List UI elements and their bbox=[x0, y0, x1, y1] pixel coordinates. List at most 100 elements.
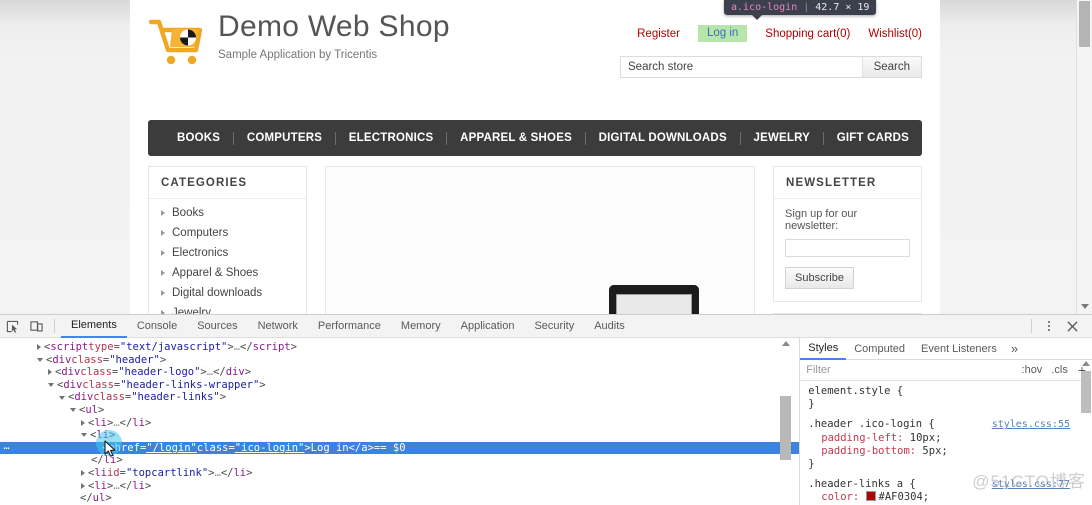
scroll-down-arrow-icon[interactable] bbox=[1081, 304, 1089, 309]
nav-item-digital-downloads[interactable]: DIGITAL DOWNLOADS bbox=[586, 132, 740, 144]
close-icon[interactable] bbox=[1060, 315, 1092, 337]
styles-scrollbar[interactable] bbox=[1081, 359, 1091, 505]
dom-node[interactable]: <li> bbox=[0, 429, 799, 442]
dom-node[interactable]: <div class="header-links"> bbox=[0, 391, 799, 404]
cls-toggle[interactable]: .cls bbox=[1051, 364, 1068, 376]
collapse-triangle-icon[interactable] bbox=[70, 408, 76, 412]
register-link[interactable]: Register bbox=[637, 28, 680, 40]
dom-node[interactable]: <li>…</li> bbox=[0, 417, 799, 430]
header-logo[interactable]: Demo Web Shop Sample Application by Tric… bbox=[148, 10, 450, 72]
expand-triangle-icon[interactable] bbox=[81, 420, 85, 426]
page-scrollbar-thumb[interactable] bbox=[1079, 1, 1090, 47]
css-source-link[interactable]: styles.css:55 bbox=[992, 418, 1084, 431]
login-link[interactable]: Log in bbox=[698, 25, 747, 42]
search-input[interactable] bbox=[621, 57, 862, 77]
dom-tree-scrollbar[interactable] bbox=[780, 338, 791, 505]
shopping-cart-link[interactable]: Shopping cart(0) bbox=[765, 28, 850, 40]
styles-scroll-up-arrow-icon[interactable] bbox=[1082, 361, 1090, 366]
dom-node[interactable]: </li> bbox=[0, 454, 799, 467]
category-item-books[interactable]: Books bbox=[149, 203, 306, 223]
nav-item-electronics[interactable]: ELECTRONICS bbox=[336, 132, 447, 144]
dom-scrollbar-thumb[interactable] bbox=[780, 396, 791, 460]
dom-token-attr: class bbox=[93, 391, 125, 404]
collapse-triangle-icon[interactable] bbox=[37, 358, 43, 362]
styles-filter-input[interactable]: Filter bbox=[806, 364, 1012, 376]
dom-token-attr: class bbox=[80, 366, 112, 379]
dom-token-tag: ul bbox=[85, 404, 98, 417]
styles-tab-event-listeners[interactable]: Event Listeners bbox=[913, 339, 1005, 359]
tab-elements[interactable]: Elements bbox=[61, 315, 127, 338]
dom-token-punct: > bbox=[98, 404, 104, 417]
nav-item-computers[interactable]: COMPUTERS bbox=[234, 132, 335, 144]
dom-node[interactable]: <ul> bbox=[0, 404, 799, 417]
categories-list: Books ComputersElectronicsApparel & Shoes… bbox=[149, 199, 306, 314]
category-item-electronics[interactable]: Electronics bbox=[149, 243, 306, 263]
chevron-right-icon bbox=[161, 230, 165, 236]
device-toolbar-icon[interactable] bbox=[24, 315, 48, 337]
css-declaration[interactable]: padding-left: 10px; bbox=[808, 432, 1084, 445]
nav-item-gift-cards[interactable]: GIFT CARDS bbox=[824, 132, 922, 144]
css-declaration[interactable]: padding-bottom: 5px; bbox=[808, 445, 1084, 458]
expand-triangle-icon[interactable] bbox=[81, 470, 85, 476]
tab-network[interactable]: Network bbox=[248, 316, 308, 337]
dom-node[interactable]: <script type="text/javascript">…</script… bbox=[0, 341, 799, 354]
collapse-triangle-icon[interactable] bbox=[48, 383, 54, 387]
expand-triangle-icon[interactable] bbox=[37, 344, 41, 350]
dom-node[interactable]: <div class="header-logo">…</div> bbox=[0, 366, 799, 379]
nav-item-apparel-shoes[interactable]: APPAREL & SHOES bbox=[447, 132, 585, 144]
css-selector[interactable]: element.style { bbox=[808, 385, 903, 398]
expand-triangle-icon[interactable] bbox=[48, 369, 52, 375]
category-item-label: Digital downloads bbox=[172, 287, 262, 299]
expand-triangle-icon[interactable] bbox=[81, 483, 85, 489]
tab-performance[interactable]: Performance bbox=[308, 316, 391, 337]
dom-scroll-up-arrow-icon[interactable] bbox=[782, 341, 790, 346]
category-item-computers[interactable]: Computers bbox=[149, 223, 306, 243]
nav-item-books[interactable]: BOOKS bbox=[164, 132, 233, 144]
category-item-apparel-shoes[interactable]: Apparel & Shoes bbox=[149, 263, 306, 283]
tooltip-divider: | bbox=[803, 2, 809, 13]
collapse-triangle-icon[interactable] bbox=[81, 433, 87, 437]
subscribe-button[interactable]: Subscribe bbox=[785, 267, 854, 289]
category-item-label: Books bbox=[172, 207, 204, 219]
hov-toggle[interactable]: :hov bbox=[1022, 364, 1043, 376]
dom-node[interactable]: <div class="header"> bbox=[0, 354, 799, 367]
dom-tree: <script type="text/javascript">…</script… bbox=[0, 338, 799, 505]
dom-node[interactable]: <li>…</li> bbox=[0, 480, 799, 493]
newsletter-email-input[interactable] bbox=[785, 239, 910, 257]
dom-node[interactable]: <li id="topcartlink">…</li> bbox=[0, 467, 799, 480]
dom-token-val: "/login" bbox=[146, 442, 197, 455]
elements-dom-tree-panel[interactable]: <script type="text/javascript">…</script… bbox=[0, 338, 799, 505]
newsletter-label: Sign up for our newsletter: bbox=[785, 208, 910, 232]
css-selector[interactable]: .header .ico-login { bbox=[808, 418, 934, 431]
chevron-right-icon bbox=[161, 210, 165, 216]
tab-console[interactable]: Console bbox=[127, 316, 187, 337]
collapse-triangle-icon[interactable] bbox=[59, 396, 65, 400]
css-source-link[interactable]: styles.css:77 bbox=[992, 478, 1084, 491]
nav-item-jewelry[interactable]: JEWELRY bbox=[740, 132, 823, 144]
styles-scrollbar-thumb[interactable] bbox=[1081, 371, 1091, 413]
styles-tab-computed[interactable]: Computed bbox=[846, 339, 913, 359]
dom-token-text: Log in bbox=[311, 442, 349, 455]
kebab-menu-icon[interactable] bbox=[1038, 321, 1060, 331]
tab-application[interactable]: Application bbox=[451, 316, 525, 337]
tab-security[interactable]: Security bbox=[524, 316, 584, 337]
wishlist-link[interactable]: Wishlist(0) bbox=[868, 28, 922, 40]
color-swatch-icon[interactable] bbox=[866, 491, 876, 501]
toolbar-divider bbox=[54, 319, 55, 333]
tab-sources[interactable]: Sources bbox=[187, 316, 247, 337]
search-button[interactable]: Search bbox=[862, 57, 921, 77]
dom-node[interactable]: <div class="header-links-wrapper"> bbox=[0, 379, 799, 392]
css-value: 5px; bbox=[922, 445, 947, 457]
inspect-element-icon[interactable] bbox=[0, 315, 24, 337]
styles-more-tabs-icon[interactable]: » bbox=[1005, 340, 1024, 358]
dom-node-selected[interactable]: …<a href="/login" class="ico-login">Log … bbox=[0, 442, 799, 455]
page-vertical-scrollbar[interactable] bbox=[1076, 0, 1092, 314]
search-box[interactable]: Search bbox=[620, 56, 922, 78]
category-item-digital-downloads[interactable]: Digital downloads bbox=[149, 283, 306, 303]
styles-tab-styles[interactable]: Styles bbox=[800, 338, 846, 360]
category-item-jewelry[interactable]: Jewelry bbox=[149, 303, 306, 314]
tab-memory[interactable]: Memory bbox=[391, 316, 451, 337]
tab-audits[interactable]: Audits bbox=[584, 316, 635, 337]
dom-token-attr: class bbox=[82, 379, 114, 392]
css-selector[interactable]: .header-links a { bbox=[808, 478, 915, 491]
